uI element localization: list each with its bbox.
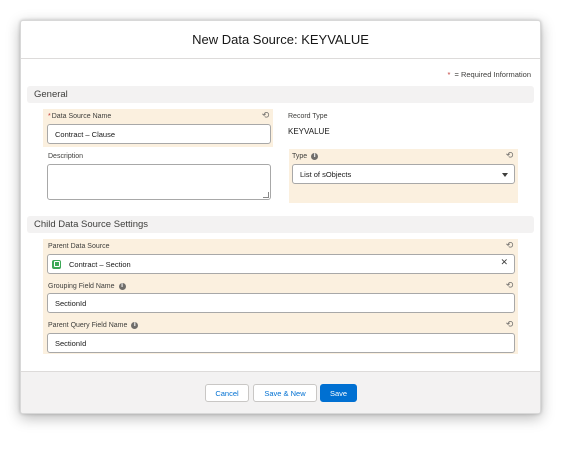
chevron-down-icon [502, 173, 508, 177]
save-button[interactable]: Save [320, 384, 357, 402]
parent-query-field-name-input[interactable]: SectionId [47, 333, 515, 353]
record-type-value: KEYVALUE [288, 127, 330, 136]
parent-data-source-label-text: Parent Data Source [48, 243, 110, 250]
type-select[interactable]: List of sObjects [292, 164, 515, 184]
undo-icon[interactable]: ⟲ [505, 152, 514, 161]
parent-query-field-name-label: Parent Query Field Name i [48, 322, 139, 329]
save-and-new-button[interactable]: Save & New [253, 384, 317, 402]
data-source-icon [52, 259, 61, 269]
data-source-name-label: * Data Source Name [48, 113, 111, 120]
data-source-name-value: Contract – Clause [55, 129, 116, 139]
section-header-general[interactable]: General [27, 86, 534, 103]
grouping-field-name-input[interactable]: SectionId [47, 293, 515, 313]
new-data-source-modal: New Data Source: KEYVALUE * = Required I… [20, 20, 541, 414]
undo-icon[interactable]: ⟲ [505, 321, 514, 330]
modal-title: New Data Source: KEYVALUE [192, 32, 369, 47]
description-label: Description [48, 153, 83, 160]
section-title-child: Child Data Source Settings [34, 219, 149, 230]
required-marker: * [48, 113, 51, 120]
cancel-button[interactable]: Cancel [205, 384, 249, 402]
required-star: * [447, 70, 451, 79]
undo-icon[interactable]: ⟲ [505, 282, 514, 291]
data-source-name-label-text: Data Source Name [51, 113, 112, 120]
grouping-field-name-value: SectionId [55, 298, 87, 308]
parent-query-field-name-value: SectionId [55, 338, 87, 348]
grouping-field-name-label: Grouping Field Name i [48, 283, 126, 290]
resize-handle-icon[interactable] [263, 192, 269, 198]
parent-data-source-label: Parent Data Source [48, 243, 109, 250]
info-icon[interactable]: i [311, 153, 319, 160]
info-icon[interactable]: i [118, 283, 126, 290]
parent-data-source-lookup[interactable]: Contract – Section ✕ [47, 254, 515, 274]
undo-icon[interactable]: ⟲ [261, 112, 270, 121]
required-info-note: * = Required Information [447, 70, 531, 79]
type-label-text: Type [292, 153, 308, 160]
description-textarea[interactable] [47, 164, 271, 200]
type-label: Type i [292, 153, 319, 160]
undo-icon[interactable]: ⟲ [505, 242, 514, 251]
modal-header: New Data Source: KEYVALUE [21, 21, 540, 59]
parent-query-field-name-label-text: Parent Query Field Name [48, 322, 128, 329]
section-title-general: General [34, 89, 68, 100]
modal-footer: Cancel Save & New Save [21, 371, 540, 413]
description-label-text: Description [48, 153, 84, 160]
info-icon[interactable]: i [131, 322, 139, 329]
close-icon[interactable]: ✕ [500, 258, 508, 268]
parent-data-source-value: Contract – Section [69, 259, 131, 269]
grouping-field-name-label-text: Grouping Field Name [48, 283, 115, 290]
data-source-name-input[interactable]: Contract – Clause [47, 124, 271, 144]
section-header-child-settings[interactable]: Child Data Source Settings [27, 216, 534, 233]
record-type-label: Record Type [288, 113, 328, 120]
type-value: List of sObjects [300, 169, 352, 179]
record-type-label-text: Record Type [288, 113, 328, 120]
required-note-text: = Required Information [454, 70, 531, 79]
